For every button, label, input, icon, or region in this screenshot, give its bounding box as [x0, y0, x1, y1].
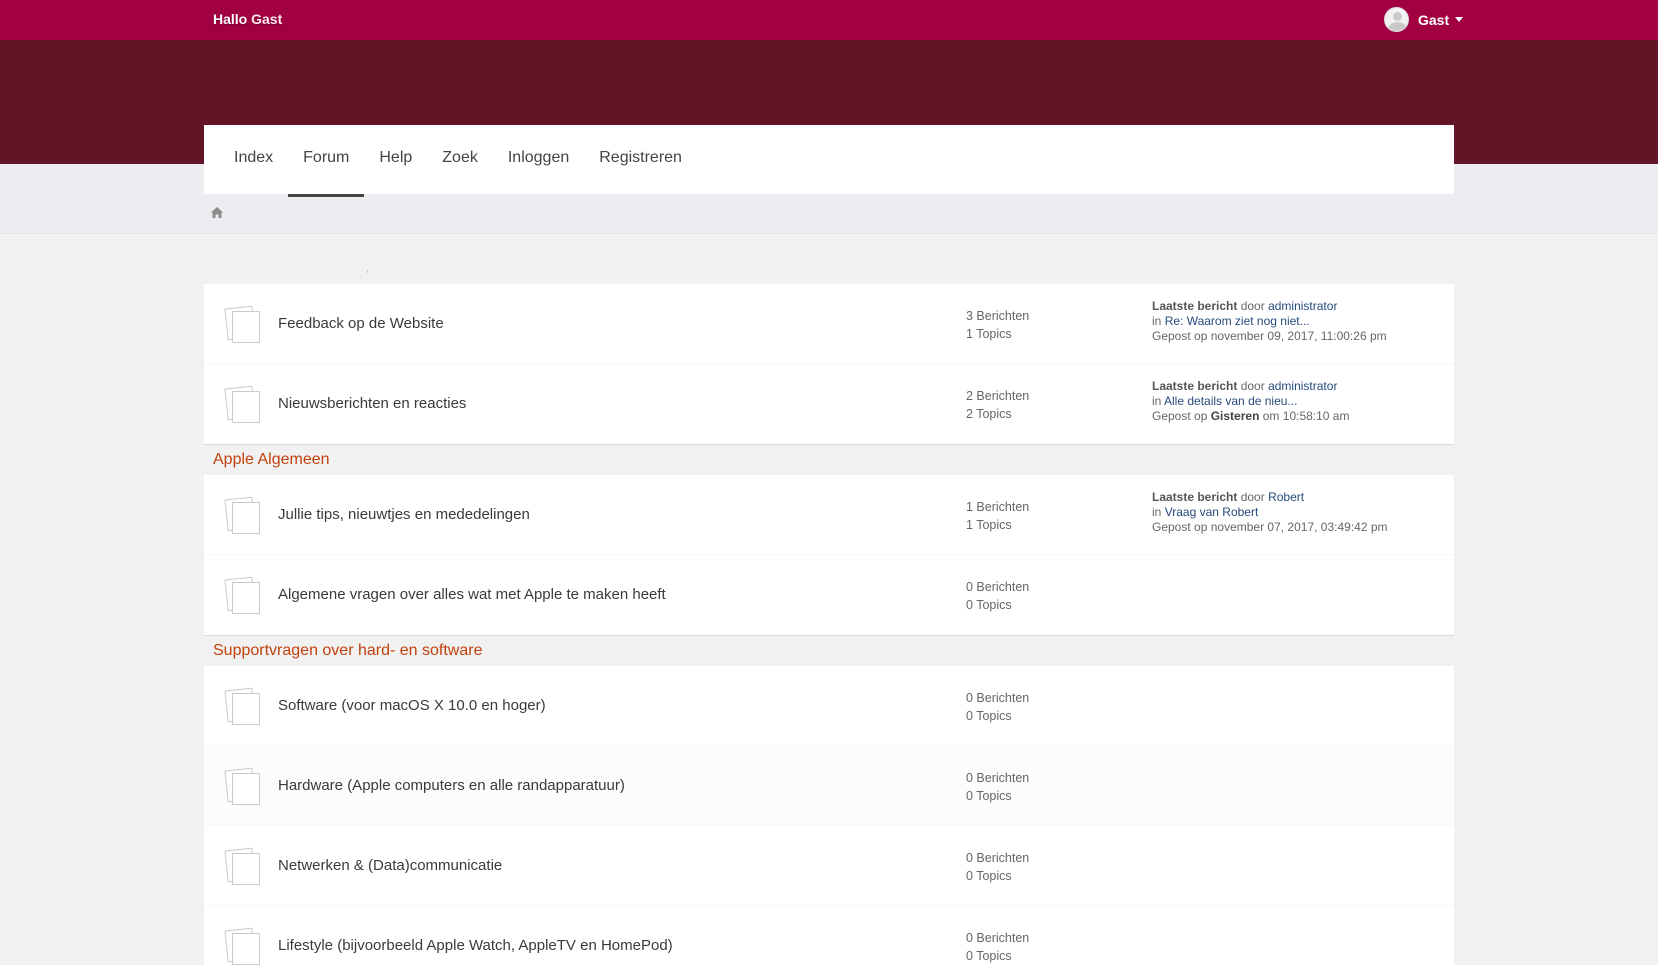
board-stats: 0 Berichten 0 Topics [966, 929, 1029, 965]
nav-register[interactable]: Registreren [584, 125, 697, 194]
nav-login[interactable]: Inloggen [493, 125, 584, 194]
board-posts: 2 Berichten [966, 389, 1030, 403]
last-post-time: 10:58:10 am [1282, 409, 1350, 423]
last-post-topic[interactable]: Alle details van de nieu... [1164, 394, 1297, 408]
board-stats: 0 Berichten 0 Topics [966, 689, 1029, 725]
greeting-prefix: Hallo [213, 11, 248, 27]
divider [367, 270, 368, 273]
nav-index[interactable]: Index [219, 125, 288, 194]
board-stats: 0 Berichten 0 Topics [966, 578, 1029, 614]
board-topics: 0 Topics [966, 869, 1012, 883]
board-posts: 0 Berichten [966, 851, 1030, 865]
last-post-date: november 09, 2017, 11:00:26 pm [1210, 329, 1387, 343]
board-name[interactable]: Jullie tips, nieuwtjes en mededelingen [278, 506, 530, 523]
board-icon [224, 687, 262, 726]
category-title[interactable]: Apple Algemeen [204, 445, 1454, 475]
board-topics: 0 Topics [966, 789, 1012, 803]
last-post-date: november 07, 2017, 03:49:42 pm [1210, 520, 1388, 534]
board-posts: 0 Berichten [966, 691, 1030, 705]
top-bar: Hallo Gast Gast [0, 0, 1658, 40]
last-post-date: Gisteren [1210, 409, 1260, 423]
board-name[interactable]: Algemene vragen over alles wat met Apple… [278, 586, 666, 603]
greeting: Hallo Gast [213, 11, 282, 27]
board-row: Nieuwsberichten en reacties 2 Berichten … [204, 364, 1454, 444]
nav-forum[interactable]: Forum [288, 125, 365, 197]
board-topics: 1 Topics [966, 518, 1012, 532]
board-posts: 3 Berichten [966, 309, 1030, 323]
nav-help[interactable]: Help [364, 125, 427, 194]
last-post-topic[interactable]: Vraag van Robert [1165, 505, 1259, 519]
board-stats: 1 Berichten 1 Topics [966, 498, 1029, 534]
board-icon [224, 767, 262, 806]
board-topics: 2 Topics [966, 407, 1012, 421]
board-posts: 0 Berichten [966, 771, 1030, 785]
board-posts: 0 Berichten [966, 931, 1030, 945]
board-group-support: Software (voor macOS X 10.0 en hoger) 0 … [204, 666, 1454, 965]
board-row: Software (voor macOS X 10.0 en hoger) 0 … [204, 666, 1454, 746]
avatar [1384, 7, 1409, 32]
greeting-user: Gast [251, 11, 283, 27]
board-icon [224, 305, 262, 344]
board-stats: 0 Berichten 0 Topics [966, 849, 1029, 885]
board-group-apple: Jullie tips, nieuwtjes en mededelingen 1… [204, 475, 1454, 636]
last-post-author[interactable]: administrator [1268, 379, 1337, 393]
category-title[interactable]: Supportvragen over hard- en software [204, 636, 1454, 666]
board-name[interactable]: Hardware (Apple computers en alle randap… [278, 777, 625, 794]
board-name[interactable]: Netwerken & (Data)communicatie [278, 857, 502, 874]
nav-search[interactable]: Zoek [427, 125, 493, 194]
last-post-topic[interactable]: Re: Waarom ziet nog niet... [1165, 314, 1310, 328]
board-row: Jullie tips, nieuwtjes en mededelingen 1… [204, 475, 1454, 555]
board-icon [224, 847, 262, 886]
last-post-author[interactable]: Robert [1268, 490, 1304, 504]
board-name[interactable]: Nieuwsberichten en reacties [278, 395, 466, 412]
board-row: Lifestyle (bijvoorbeeld Apple Watch, App… [204, 906, 1454, 965]
board-icon [224, 385, 262, 424]
last-post-author[interactable]: administrator [1268, 299, 1337, 313]
board-topics: 0 Topics [966, 598, 1012, 612]
board-topics: 1 Topics [966, 327, 1012, 341]
board-group-general: Feedback op de Website 3 Berichten 1 Top… [204, 284, 1454, 445]
board-stats: 2 Berichten 2 Topics [966, 387, 1029, 423]
board-row: Netwerken & (Data)communicatie 0 Bericht… [204, 826, 1454, 906]
board-posts: 1 Berichten [966, 500, 1030, 514]
last-post-info: Laatste bericht door administrator in Al… [1152, 379, 1350, 423]
user-menu[interactable]: Gast [1384, 7, 1464, 32]
last-post-info: Laatste bericht door administrator in Re… [1152, 299, 1387, 343]
user-menu-label: Gast [1418, 11, 1450, 28]
board-row: Algemene vragen over alles wat met Apple… [204, 555, 1454, 635]
home-icon[interactable] [211, 207, 223, 218]
main-nav: Index Forum Help Zoek Inloggen Registrer… [204, 125, 1454, 197]
board-name[interactable]: Lifestyle (bijvoorbeeld Apple Watch, App… [278, 937, 673, 954]
board-stats: 3 Berichten 1 Topics [966, 307, 1029, 343]
board-topics: 0 Topics [966, 709, 1012, 723]
chevron-down-icon [1455, 17, 1464, 22]
board-row: Hardware (Apple computers en alle randap… [204, 746, 1454, 826]
board-name[interactable]: Feedback op de Website [278, 315, 444, 332]
board-row: Feedback op de Website 3 Berichten 1 Top… [204, 284, 1454, 364]
board-icon [224, 576, 262, 615]
board-icon [224, 496, 262, 535]
last-post-info: Laatste bericht door Robert in Vraag van… [1152, 490, 1388, 534]
board-posts: 0 Berichten [966, 580, 1030, 594]
board-name[interactable]: Software (voor macOS X 10.0 en hoger) [278, 697, 546, 714]
board-icon [224, 927, 262, 965]
board-stats: 0 Berichten 0 Topics [966, 769, 1029, 805]
board-topics: 0 Topics [966, 949, 1012, 963]
